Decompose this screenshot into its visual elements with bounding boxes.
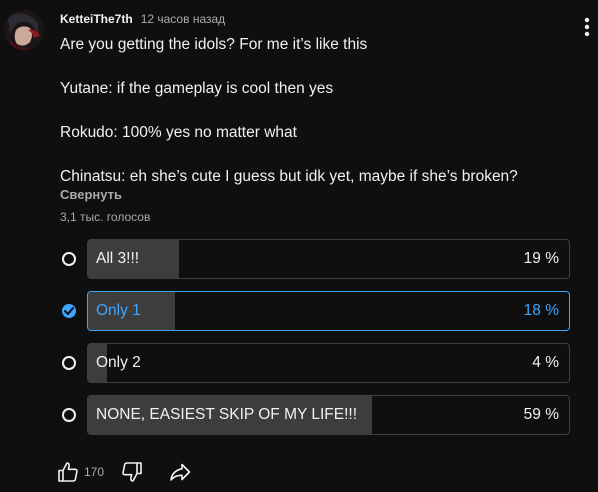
more-options-button[interactable] [580, 14, 594, 40]
comment-header: KetteiThe7th 12 часов назад [60, 11, 225, 27]
comment-actions: 170 [56, 459, 192, 485]
radio-button[interactable] [62, 356, 76, 370]
like-button[interactable]: 170 [56, 460, 104, 484]
poll-option-label: NONE, EASIEST SKIP OF MY LIFE!!! [96, 406, 357, 423]
poll-option-bar[interactable]: NONE, EASIEST SKIP OF MY LIFE!!! 59 % [87, 395, 570, 435]
collapse-button[interactable]: Свернуть [60, 187, 122, 202]
more-vert-icon [584, 17, 590, 37]
avatar[interactable] [4, 10, 44, 50]
poll-option-percent: 19 % [523, 250, 559, 267]
poll-option-percent: 4 % [532, 354, 559, 371]
poll-option[interactable]: All 3!!! 19 % [58, 239, 570, 279]
thumb-up-icon [58, 462, 78, 482]
comment-line: Rokudo: 100% yes no matter what [60, 124, 297, 141]
comment-timestamp[interactable]: 12 часов назад [141, 12, 225, 26]
poll-option[interactable]: Only 2 4 % [58, 343, 570, 383]
poll-option-bar[interactable]: Only 2 4 % [87, 343, 570, 383]
radio-button-checked[interactable] [62, 304, 76, 318]
share-icon [170, 463, 191, 481]
poll-option-bar[interactable]: All 3!!! 19 % [87, 239, 570, 279]
share-button[interactable] [168, 460, 192, 484]
poll-option-percent: 59 % [523, 406, 559, 423]
poll-option-label: Only 1 [96, 302, 141, 319]
poll-option-label: Only 2 [96, 354, 141, 371]
poll-option-bar[interactable]: Only 1 18 % [87, 291, 570, 331]
radio-button[interactable] [62, 408, 76, 422]
poll-option-percent: 18 % [523, 302, 559, 319]
comment-line: Are you getting the idols? For me it’s l… [60, 36, 368, 53]
author-name[interactable]: KetteiThe7th [60, 12, 133, 26]
poll-vote-count: 3,1 тыс. голосов [60, 210, 151, 224]
poll-option[interactable]: NONE, EASIEST SKIP OF MY LIFE!!! 59 % [58, 395, 570, 435]
radio-button[interactable] [62, 252, 76, 266]
like-count: 170 [84, 465, 105, 479]
check-icon [64, 307, 74, 315]
poll-option-label: All 3!!! [96, 250, 140, 267]
thumb-down-icon [122, 462, 142, 482]
comment-body: Are you getting the idols? For me it’s l… [60, 34, 570, 188]
avatar-image [4, 10, 44, 50]
comment-line: Yutane: if the gameplay is cool then yes [60, 80, 334, 97]
dislike-button[interactable] [120, 460, 144, 484]
poll-option-selected[interactable]: Only 1 18 % [58, 291, 570, 331]
comment-line: Chinatsu: eh she’s cute I guess but idk … [60, 168, 518, 185]
